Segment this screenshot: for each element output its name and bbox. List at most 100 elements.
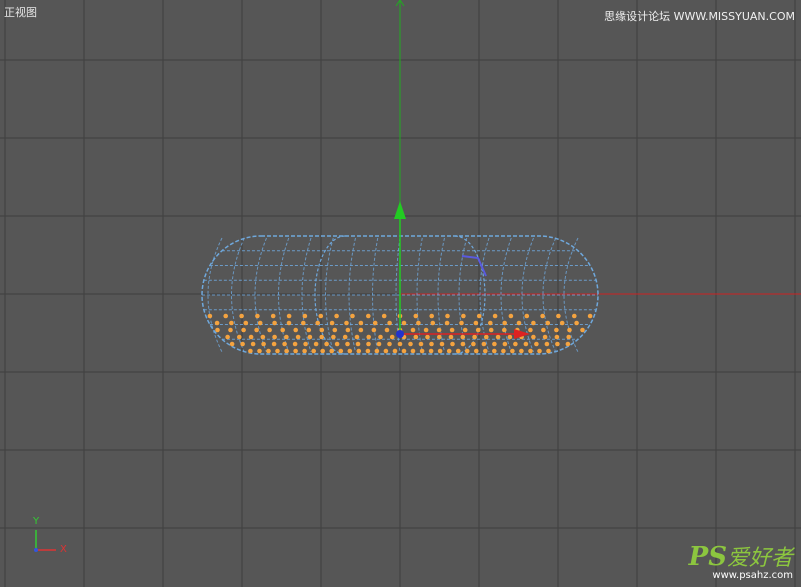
selected-point (531, 320, 536, 326)
selected-point (474, 348, 479, 354)
editor-viewport-front[interactable]: 正视图 思缘设计论坛 WWW.MISSYUAN.COM PS爱好者 www.ps… (0, 0, 801, 587)
selected-point (473, 320, 479, 326)
selected-point (397, 341, 403, 347)
selected-point (410, 327, 416, 333)
selected-point (428, 348, 434, 354)
selected-point (430, 320, 436, 326)
selected-point (240, 341, 245, 347)
corner-axis-x-label: X (60, 544, 67, 555)
selected-point (524, 313, 530, 319)
move-gizmo[interactable] (394, 201, 530, 339)
selected-point (419, 348, 425, 354)
selected-point (544, 341, 550, 347)
selected-point (481, 341, 487, 347)
selected-point (345, 327, 351, 333)
selected-point (257, 348, 262, 354)
selected-point (492, 341, 497, 347)
selected-point (555, 341, 560, 347)
selected-point (284, 348, 289, 354)
selected-point (444, 320, 450, 326)
selected-point (471, 341, 476, 347)
selected-point (228, 327, 233, 333)
selected-point (255, 313, 260, 319)
selected-point (225, 334, 230, 340)
selected-point (372, 320, 378, 326)
corner-z-dot (34, 548, 38, 552)
selected-point (523, 341, 529, 347)
selected-point (329, 320, 335, 326)
selected-point (254, 327, 259, 333)
selected-point (334, 341, 340, 347)
selected-point (528, 348, 533, 354)
selected-point (475, 327, 481, 333)
corner-axis-indicator (34, 530, 56, 552)
selected-point (449, 327, 455, 333)
selected-point (508, 313, 514, 319)
selected-point (437, 334, 442, 340)
selected-point (303, 341, 308, 347)
selected-point (572, 313, 577, 319)
watermark-logo-cn: 爱好者 (726, 546, 793, 571)
selected-point (439, 341, 445, 347)
selected-point (540, 313, 545, 319)
selected-point (243, 320, 249, 326)
selected-point (345, 341, 350, 347)
selected-point (229, 341, 235, 347)
selected-point (492, 348, 497, 354)
selected-point (275, 348, 280, 354)
selected-point (565, 341, 571, 347)
selected-point (381, 313, 387, 319)
selected-point (492, 313, 498, 319)
selected-point (413, 334, 419, 340)
selected-point (413, 313, 419, 319)
selected-point (566, 334, 571, 340)
selected-point (306, 327, 312, 333)
selected-point (495, 334, 501, 340)
view-name-label: 正视图 (4, 6, 37, 19)
selected-point (429, 313, 435, 319)
selected-point (334, 313, 339, 319)
selected-point (261, 341, 266, 347)
selected-point (387, 320, 392, 326)
selected-point (502, 327, 507, 333)
selected-point (546, 348, 551, 354)
selected-point (423, 327, 429, 333)
selected-point (286, 313, 292, 319)
selected-point (295, 334, 301, 340)
selected-point (331, 334, 336, 340)
selected-point (270, 313, 276, 319)
selected-point (450, 341, 455, 347)
selected-point (248, 348, 253, 354)
selected-point (280, 327, 286, 333)
selected-point (354, 334, 360, 340)
selected-point (436, 327, 442, 333)
selected-point (401, 348, 407, 354)
selected-point (284, 334, 289, 340)
selected-point (387, 341, 392, 347)
selected-point (315, 320, 321, 326)
selected-point (462, 327, 468, 333)
selected-point (519, 348, 524, 354)
viewport-canvas[interactable] (0, 0, 801, 587)
selected-point (488, 320, 493, 326)
selected-point (338, 348, 344, 354)
selected-point (464, 348, 470, 354)
selected-point (383, 348, 389, 354)
corner-axis-y-label: Y (33, 516, 40, 527)
selected-point (358, 327, 364, 333)
selected-point (545, 320, 551, 326)
watermark-logo-ps: PS (688, 542, 727, 572)
selected-point (374, 348, 380, 354)
selected-point (267, 327, 272, 333)
selected-point (410, 348, 416, 354)
selected-point (429, 341, 434, 347)
selected-point (587, 313, 593, 319)
selected-point (476, 313, 482, 319)
selected-point (542, 334, 548, 340)
selected-point (239, 313, 244, 319)
selected-point (311, 348, 317, 354)
selected-point (241, 327, 246, 333)
selected-point (292, 341, 298, 347)
selected-point (488, 327, 494, 333)
world-axes (395, 0, 801, 297)
